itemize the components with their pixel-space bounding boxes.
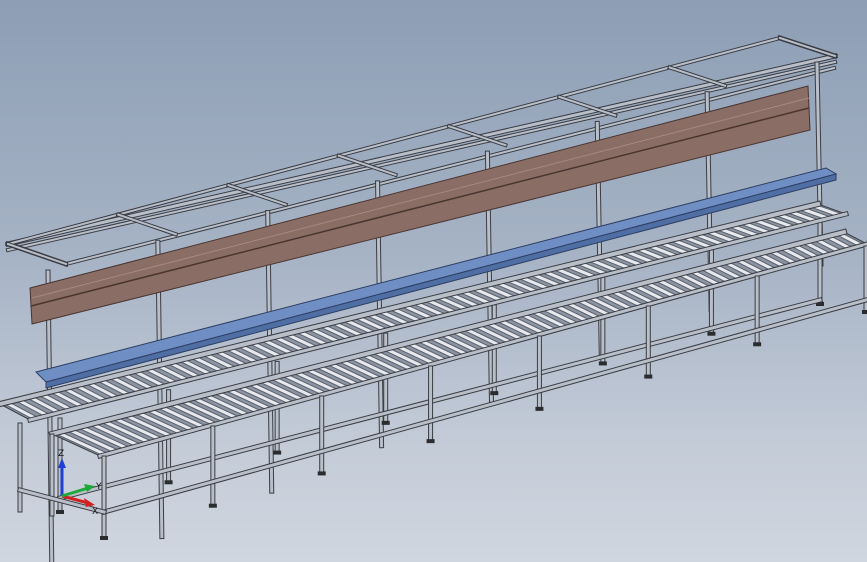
front-leg-foot	[100, 536, 108, 540]
back-leg-foot	[707, 331, 716, 336]
back-leg-foot	[598, 361, 607, 366]
back-leg-foot	[56, 510, 64, 514]
conveyor-workbench-model: Z X Y	[0, 34, 867, 562]
front-leg-foot	[535, 406, 544, 411]
z-axis-label: Z	[58, 449, 64, 459]
front-leg-foot	[862, 310, 867, 314]
x-axis-label: X	[92, 507, 98, 517]
front-leg-foot	[317, 471, 326, 476]
back-conveyor-front-rail	[0, 201, 821, 407]
back-leg-foot	[164, 480, 173, 485]
back-roller-conveyor	[0, 200, 850, 424]
back-leg-foot	[381, 420, 390, 425]
top-cross-bar	[778, 36, 837, 58]
back-conveyor-rear-rail	[28, 212, 848, 422]
y-axis-label: Y	[95, 482, 102, 492]
front-leg-foot	[753, 342, 762, 347]
top-cross-bar	[6, 242, 68, 266]
back-leg-foot	[490, 391, 499, 396]
front-leg-foot	[426, 439, 435, 444]
top-cross-bar	[668, 66, 727, 87]
front-leg-foot	[644, 374, 653, 379]
cad-viewport[interactable]: Z X Y	[0, 0, 867, 562]
back-stretcher	[58, 298, 822, 500]
back-leg-foot	[273, 450, 282, 455]
front-leg-foot	[208, 503, 217, 508]
